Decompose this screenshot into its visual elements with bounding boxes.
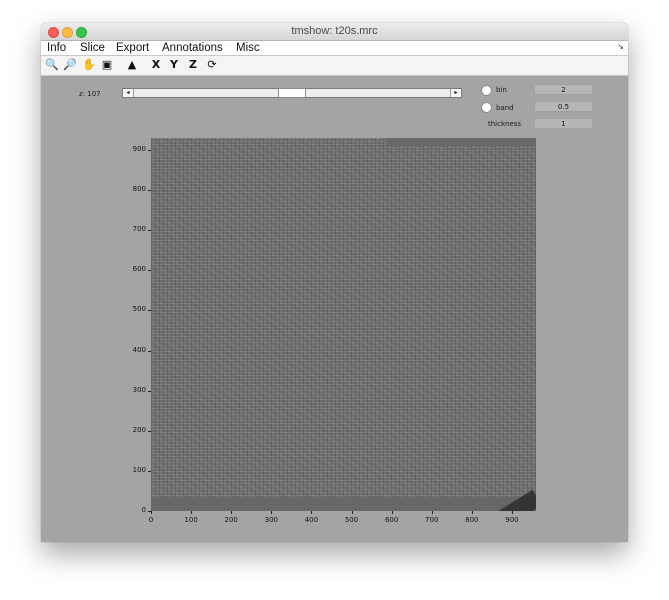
band-field[interactable]: 0.5	[534, 101, 593, 112]
x-tick-mark	[191, 511, 193, 514]
z-slice-slider[interactable]: ◂ ▸	[122, 88, 462, 98]
y-tick-label: 600	[132, 265, 146, 274]
x-tick-label: 700	[425, 516, 439, 524]
x-tick-label: 500	[344, 516, 359, 524]
band-radio[interactable]	[481, 102, 492, 113]
y-tick-label: 300	[132, 385, 146, 394]
y-tick-mark	[148, 150, 151, 152]
y-tick-mark	[148, 470, 151, 472]
x-tick-mark	[391, 511, 393, 514]
menu-bar: Info Slice Export Annotations Misc ↘	[41, 41, 628, 56]
band-label: band	[496, 104, 514, 112]
y-tick-label: 100	[132, 465, 146, 474]
x-tick-mark	[271, 511, 273, 514]
x-tick-label: 100	[184, 516, 198, 524]
x-tick-mark	[231, 511, 233, 514]
y-tick-label: 400	[132, 345, 146, 354]
x-tick-mark	[511, 511, 513, 514]
x-tick-mark	[351, 511, 353, 514]
x-view-button[interactable]: X	[148, 57, 164, 73]
zoom-in-icon[interactable]: 🔍	[44, 57, 60, 73]
menu-export[interactable]: Export	[116, 41, 149, 55]
menu-annotations[interactable]: Annotations	[162, 41, 223, 55]
contrast-image-icon[interactable]: ▣	[99, 57, 115, 73]
x-tick-label: 400	[304, 516, 319, 524]
tomogram-slice-image[interactable]	[151, 138, 536, 511]
thickness-label: thickness	[488, 120, 522, 128]
slider-left-arrow-icon[interactable]: ◂	[123, 89, 134, 97]
window-title: tmshow: t20s.mrc	[291, 25, 378, 37]
y-tick-label: 900	[132, 145, 146, 154]
z-slice-label: z: 107	[79, 90, 101, 98]
y-tick-label: 800	[132, 185, 146, 194]
histogram-icon[interactable]: ▲	[124, 57, 140, 73]
y-tick-mark	[148, 310, 151, 312]
x-tick-mark	[311, 511, 313, 514]
x-tick-mark	[151, 511, 152, 514]
menu-slice[interactable]: Slice	[80, 41, 105, 55]
rotate-3d-icon[interactable]: ⟳	[204, 57, 220, 73]
zoom-out-icon[interactable]: 🔎	[62, 57, 78, 73]
z-view-button[interactable]: Z	[185, 57, 201, 73]
toolbar: 🔍 🔎 ✋ ▣ ▲ X Y Z ⟳	[41, 56, 628, 76]
y-tick-mark	[148, 270, 151, 272]
image-bottom-band	[151, 497, 536, 511]
x-tick-label: 200	[224, 516, 238, 524]
y-tick-label: 0	[141, 506, 146, 514]
menu-misc[interactable]: Misc	[236, 41, 260, 55]
y-tick-mark	[148, 390, 151, 392]
y-tick-label: 700	[132, 225, 146, 234]
image-top-band	[386, 138, 536, 146]
y-tick-mark	[148, 190, 151, 192]
x-tick-label: 800	[465, 516, 479, 524]
slider-thumb[interactable]	[278, 88, 306, 98]
y-tick-mark	[148, 230, 151, 232]
y-view-button[interactable]: Y	[166, 57, 182, 73]
x-tick-label: 0	[148, 516, 154, 524]
x-tick-label: 900	[505, 516, 519, 524]
x-tick-mark	[431, 511, 433, 514]
x-tick-label: 300	[264, 516, 278, 524]
title-bar[interactable]: tmshow: t20s.mrc	[41, 23, 628, 41]
collapse-arrow-icon[interactable]: ↘	[617, 42, 624, 51]
y-tick-mark	[148, 430, 151, 432]
bin-field[interactable]: 2	[534, 84, 593, 95]
y-tick-label: 200	[132, 425, 146, 434]
x-tick-mark	[471, 511, 473, 514]
y-tick-mark	[148, 350, 151, 352]
menu-info[interactable]: Info	[47, 41, 66, 55]
y-tick-label: 500	[132, 305, 146, 314]
x-tick-label: 600	[384, 516, 399, 524]
bin-label: bin	[496, 86, 507, 94]
bin-radio[interactable]	[481, 85, 492, 96]
pan-hand-icon[interactable]: ✋	[81, 57, 97, 73]
app-window: tmshow: t20s.mrc Info Slice Export Annot…	[41, 23, 628, 542]
slider-right-arrow-icon[interactable]: ▸	[450, 89, 461, 97]
thickness-field[interactable]: 1	[534, 118, 593, 129]
